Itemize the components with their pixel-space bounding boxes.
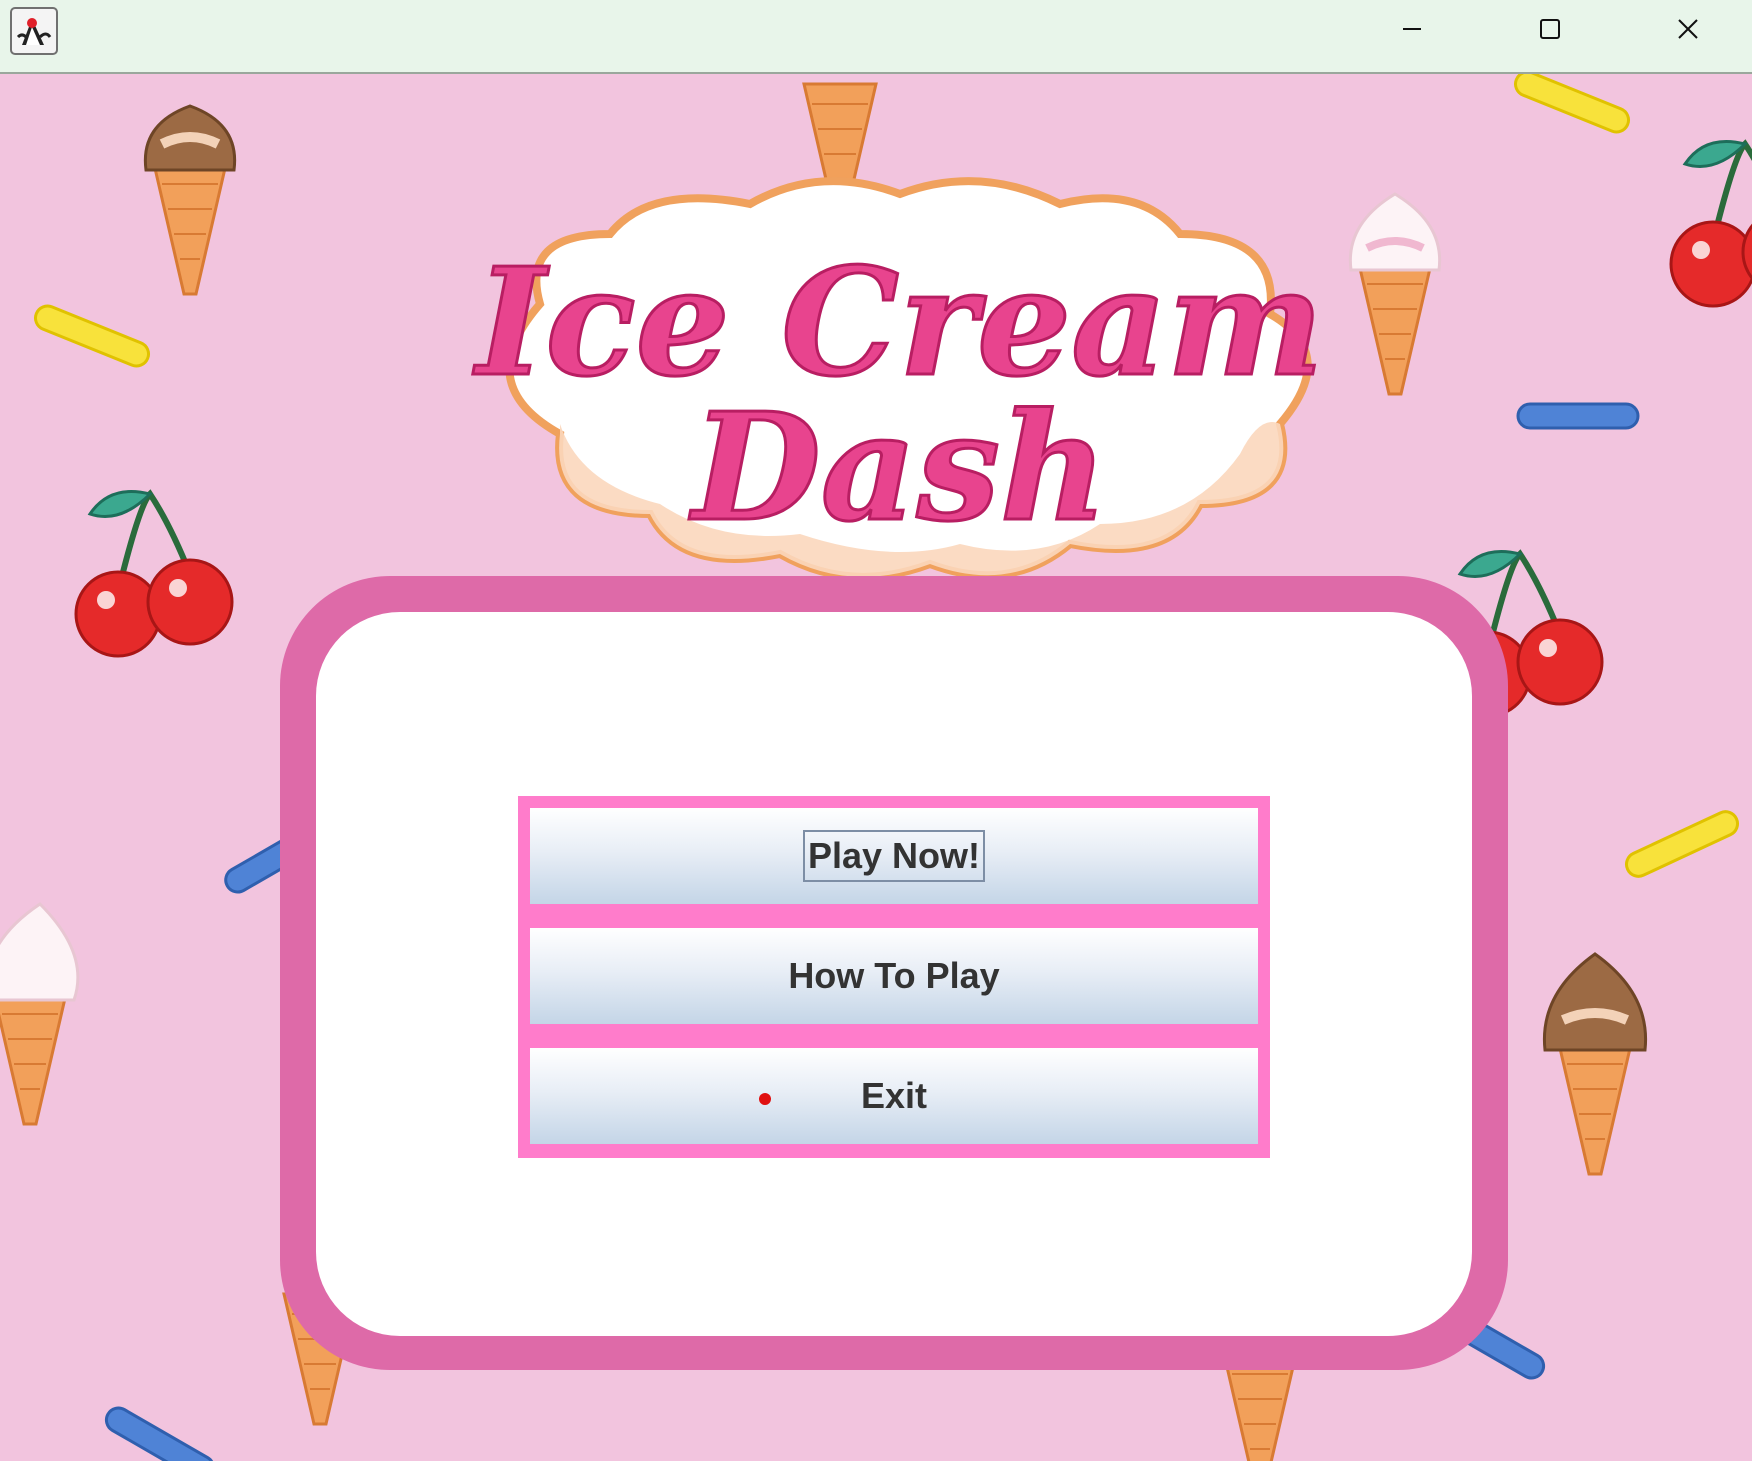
- mouse-cursor-marker: [759, 1093, 771, 1105]
- game-logo: Ice Cream Dash: [420, 124, 1380, 644]
- game-canvas: Ice Cream Dash Play Now! How To Play Exi…: [0, 74, 1752, 1461]
- ice-cream-cone-icon: [143, 104, 237, 296]
- java-duke-icon: [10, 7, 58, 55]
- cherry-icon: [1671, 142, 1752, 307]
- close-icon: [1678, 19, 1698, 39]
- ice-cream-cone-icon: [1222, 1352, 1298, 1461]
- cherry-icon: [76, 492, 232, 657]
- logo-title-line2: Dash: [688, 380, 1107, 554]
- maximize-icon: [1540, 19, 1560, 39]
- window-title-bar: [0, 0, 1752, 74]
- main-menu: Play Now! How To Play Exit: [518, 796, 1270, 1158]
- minimize-icon: [1403, 28, 1421, 30]
- how-to-play-label: How To Play: [788, 955, 1000, 996]
- exit-button[interactable]: Exit: [530, 1048, 1258, 1144]
- close-button[interactable]: [1628, 0, 1748, 58]
- play-now-label: Play Now!: [802, 830, 986, 882]
- minimize-button[interactable]: [1352, 0, 1472, 58]
- ice-cream-cone-icon: [0, 902, 80, 1126]
- ice-cream-cone-icon: [1542, 952, 1648, 1176]
- exit-label: Exit: [860, 1075, 928, 1116]
- play-now-button[interactable]: Play Now!: [530, 808, 1258, 904]
- how-to-play-button[interactable]: How To Play: [530, 928, 1258, 1024]
- maximize-button[interactable]: [1490, 0, 1610, 58]
